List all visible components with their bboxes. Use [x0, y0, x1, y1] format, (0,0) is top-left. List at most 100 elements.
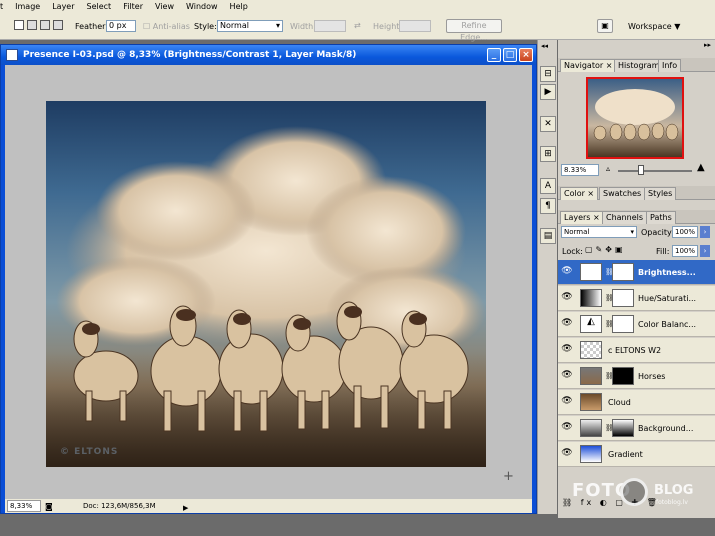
actions-panel-icon[interactable]: ▶ [540, 84, 556, 100]
navigator-preview[interactable] [586, 77, 684, 159]
tab-info[interactable]: Info [658, 59, 682, 72]
layer-comps-icon[interactable]: ▤ [540, 228, 556, 244]
antialias-label: Anti-alias [152, 22, 190, 31]
menu-filter[interactable]: Filter [117, 0, 149, 13]
tab-styles[interactable]: Styles [644, 187, 677, 200]
navigator-zoom-field[interactable]: 8.33% [561, 164, 599, 176]
tab-color[interactable]: Color × [560, 187, 599, 200]
layer-row-hue-saturation[interactable]: 👁 ⛓ Hue/Saturati... [558, 286, 715, 311]
layer-mask-thumb[interactable] [612, 315, 634, 333]
add-selection-icon[interactable] [27, 20, 37, 32]
workspace-button[interactable]: Workspace ▼ [628, 22, 680, 31]
fill-input[interactable]: 100% [672, 245, 698, 257]
fill-label: Fill: [656, 247, 670, 256]
gradient-thumb [580, 445, 602, 463]
layer-mask-thumb[interactable] [612, 289, 634, 307]
character-panel-icon[interactable]: A [540, 178, 556, 194]
minimize-button[interactable]: _ [487, 48, 501, 62]
layer-mask-thumb[interactable] [612, 419, 634, 437]
zoom-slider-track[interactable] [618, 170, 692, 172]
lock-icons[interactable]: ▢✎✥▣ [585, 245, 626, 254]
swap-icon[interactable]: ⇄ [354, 21, 361, 30]
tab-paths[interactable]: Paths [646, 211, 676, 224]
tab-layers[interactable]: Layers × [560, 211, 604, 224]
layer-row-gradient[interactable]: 👁 Gradient [558, 442, 715, 467]
chevron-down-icon: ▾ [630, 228, 634, 236]
tab-swatches[interactable]: Swatches [599, 187, 646, 200]
menu-window[interactable]: Window [180, 0, 224, 13]
tab-histogram[interactable]: Histogram [614, 59, 664, 72]
workspace-label: Workspace [628, 22, 672, 31]
expand-panels-icon[interactable]: ▸▸ [704, 41, 711, 49]
visibility-eye-icon[interactable]: 👁 [561, 265, 573, 277]
refine-edge-button[interactable]: Refine Edge... [446, 19, 502, 42]
color-tabs: Color × Swatches Styles [558, 186, 715, 200]
logo-url: fotoblog.lv [656, 499, 688, 506]
layer-row-background[interactable]: 👁 ⛓ Background... [558, 416, 715, 441]
opacity-input[interactable]: 100% [672, 226, 698, 238]
height-input[interactable] [399, 20, 431, 32]
history-panel-icon[interactable]: ⊟ [540, 66, 556, 82]
fill-arrow-icon[interactable]: › [700, 245, 710, 257]
visibility-eye-icon[interactable]: 👁 [561, 447, 573, 459]
chevron-down-icon: ▾ [275, 21, 280, 30]
document-titlebar[interactable]: Presence I-03.psd @ 8,33% (Brightness/Co… [1, 45, 536, 65]
horses-thumb [580, 367, 602, 385]
subtract-selection-icon[interactable] [40, 20, 50, 32]
layer-row-color-balance[interactable]: 👁 ◭ ⛓ Color Balanc... [558, 312, 715, 337]
visibility-eye-icon[interactable]: 👁 [561, 317, 573, 329]
zoom-slider-thumb[interactable] [638, 165, 644, 175]
visibility-eye-icon[interactable]: 👁 [561, 395, 573, 407]
logo-blog: BLOG [654, 483, 694, 498]
opacity-label: Opacity: [641, 228, 674, 237]
maximize-button[interactable]: □ [503, 48, 517, 62]
close-button[interactable]: × [519, 48, 533, 62]
right-panels: ▸▸ Navigator × Histogram Info 8.33% ▵ ▲ … [558, 40, 715, 518]
visibility-eye-icon[interactable]: 👁 [561, 343, 573, 355]
antialias-checkbox[interactable]: ☐ Anti-alias [143, 22, 190, 31]
zoom-out-icon[interactable]: ▵ [606, 164, 610, 173]
tab-color-label: Color [564, 189, 585, 198]
menu-select[interactable]: Select [81, 0, 118, 13]
layer-row-cloud[interactable]: 👁 Cloud [558, 390, 715, 415]
layer-mask-thumb[interactable] [612, 367, 634, 385]
visibility-eye-icon[interactable]: 👁 [561, 291, 573, 303]
style-select[interactable]: Normal ▾ [217, 20, 283, 32]
tab-channels[interactable]: Channels [602, 211, 648, 224]
layer-row-eltons[interactable]: 👁 c ELTONS W2 [558, 338, 715, 363]
menu-help[interactable]: Help [224, 0, 254, 13]
layer-mask-thumb[interactable] [612, 263, 634, 281]
menu-view[interactable]: View [149, 0, 180, 13]
brushes-panel-icon[interactable]: ⊞ [540, 146, 556, 162]
opacity-arrow-icon[interactable]: › [700, 226, 710, 238]
visibility-eye-icon[interactable]: 👁 [561, 369, 573, 381]
layer-row-horses[interactable]: 👁 ⛓ Horses [558, 364, 715, 389]
zoom-field[interactable]: 8,33% [7, 500, 41, 512]
bridge-icon[interactable]: ▣ [597, 19, 613, 33]
new-selection-icon[interactable] [14, 20, 24, 32]
visibility-eye-icon[interactable]: 👁 [561, 421, 573, 433]
paragraph-panel-icon[interactable]: ¶ [540, 198, 556, 214]
doc-size-info: Doc: 123,6M/856,3M [83, 502, 156, 510]
width-input[interactable] [314, 20, 346, 32]
menu-layer[interactable]: Layer [46, 0, 80, 13]
status-arrow-icon[interactable]: ▶ [183, 501, 188, 515]
feather-label: Feather: [75, 22, 108, 31]
zoom-in-icon[interactable]: ▲ [697, 162, 705, 173]
collapse-dock-icon[interactable]: ◂◂ [541, 42, 548, 50]
menu-image[interactable]: Image [9, 0, 46, 13]
tab-layers-label: Layers [564, 213, 591, 222]
menu-edit[interactable]: t [0, 0, 9, 13]
intersect-selection-icon[interactable] [53, 20, 63, 32]
canvas-area[interactable]: © ELTONS + [5, 65, 532, 499]
blend-mode-select[interactable]: Normal ▾ [561, 226, 637, 238]
hue-saturation-icon [580, 289, 602, 307]
feather-input[interactable]: 0 px [106, 20, 136, 32]
layer-row-brightness[interactable]: 👁 ◐ ⛓ Brightness... [558, 260, 715, 285]
tool-presets-icon[interactable]: ✕ [540, 116, 556, 132]
status-menu-icon[interactable]: ◙ [45, 500, 53, 514]
layer-name: Gradient [608, 450, 643, 459]
tab-navigator[interactable]: Navigator × [560, 59, 617, 72]
layer-name: Background... [638, 424, 694, 433]
lens-icon [620, 478, 648, 506]
